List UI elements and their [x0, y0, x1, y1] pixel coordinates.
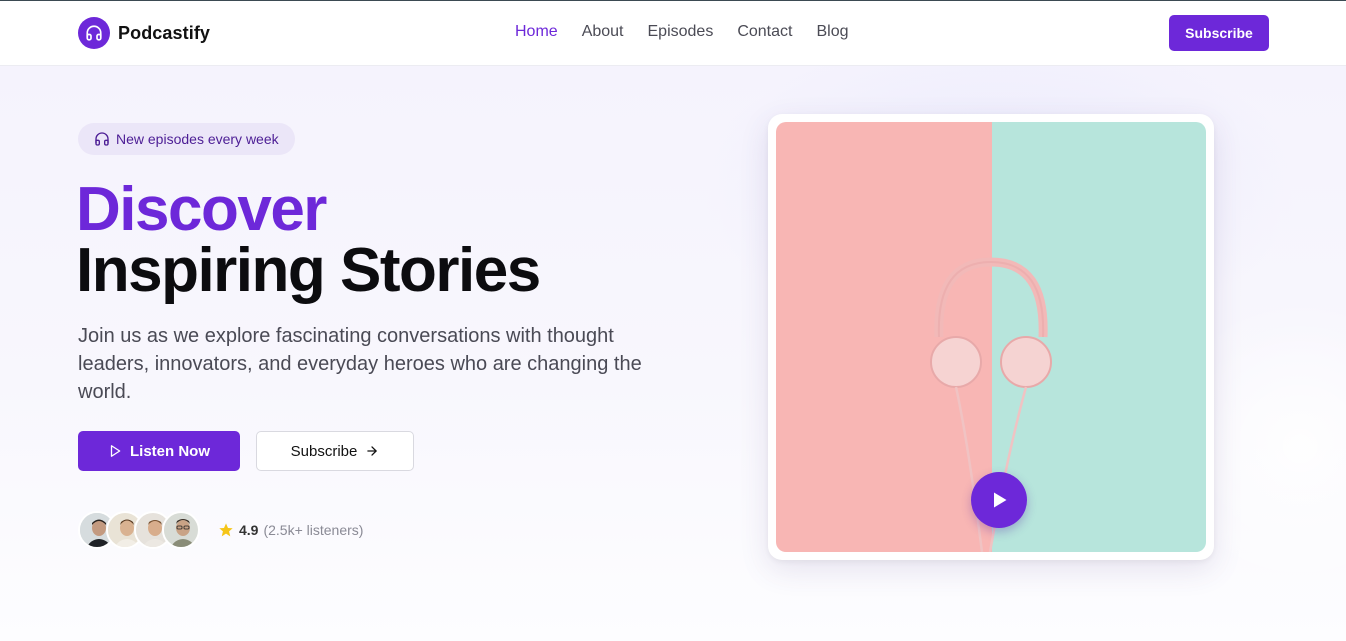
hero-section: New episodes every week Discover Inspiri… — [0, 66, 1346, 641]
headphones-icon — [94, 131, 110, 147]
hero-description: Join us as we explore fascinating conver… — [78, 325, 642, 403]
listen-now-label: Listen Now — [129, 442, 210, 460]
play-icon — [108, 444, 122, 458]
badge-label: New episodes every week — [116, 131, 279, 147]
subscribe-label: Subscribe — [290, 442, 358, 460]
nav-item-episodes[interactable]: Episodes — [648, 23, 714, 41]
nav-item-home[interactable]: Home — [515, 23, 558, 41]
new-episodes-badge: New episodes every week — [78, 123, 295, 155]
hero-title-line2: Inspiring Stories — [76, 236, 541, 305]
main-nav: Home About Episodes Contact Blog — [515, 23, 849, 41]
avatar — [162, 511, 200, 549]
nav-item-blog[interactable]: Blog — [816, 23, 848, 41]
site-header: Podcastify Home About Episodes Contact B… — [0, 1, 1346, 66]
brand-logo[interactable]: Podcastify — [78, 17, 210, 49]
arrow-right-icon — [365, 444, 379, 458]
brand-name: Podcastify — [118, 22, 211, 43]
media-card — [768, 114, 1214, 560]
subscribe-button[interactable]: Subscribe — [256, 431, 414, 471]
headphones-image — [776, 122, 1206, 552]
play-button[interactable] — [971, 472, 1027, 528]
nav-item-contact[interactable]: Contact — [737, 23, 792, 41]
nav-item-about[interactable]: About — [582, 23, 624, 41]
rating-value: 4.9 — [239, 522, 259, 538]
rating: 4.9 (2.5k+ listeners) — [218, 522, 363, 538]
listener-avatars — [78, 511, 200, 549]
listen-now-button[interactable]: Listen Now — [78, 431, 240, 471]
star-icon — [218, 522, 234, 538]
play-icon — [989, 490, 1009, 510]
listener-count: (2.5k+ listeners) — [263, 522, 364, 538]
header-subscribe-button[interactable]: Subscribe — [1169, 15, 1269, 51]
headphones-icon — [78, 17, 110, 49]
